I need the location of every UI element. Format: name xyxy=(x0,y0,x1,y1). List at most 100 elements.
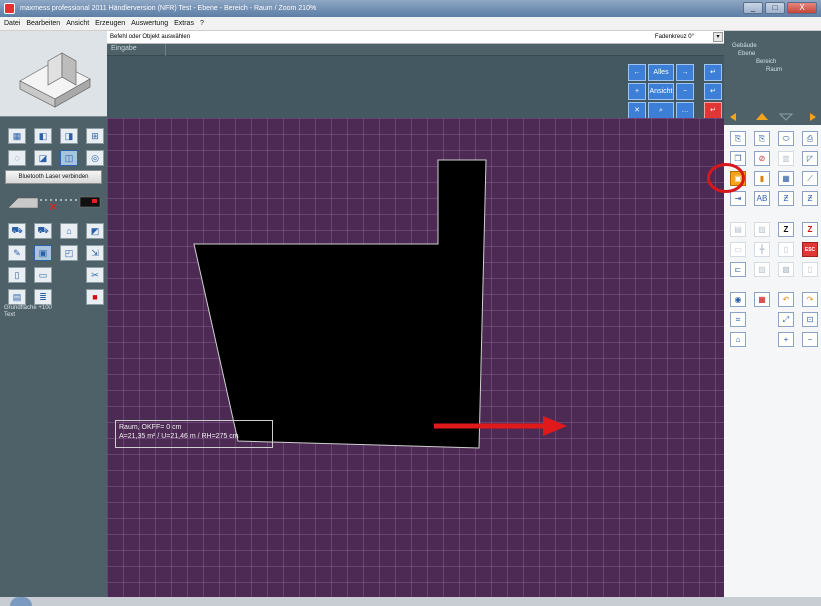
door-tool-icon[interactable]: ▯ xyxy=(8,267,26,283)
object-tool-icon[interactable]: ◪ xyxy=(34,150,52,166)
right-tool-grid-3: ◉ ▦ ↶ ↷ ⌗ ⤢ ⊡ ⌂ + − xyxy=(730,292,818,347)
drawing-canvas[interactable]: Raum, OKFF= 0 cm A=21,35 m² / U=21,46 m … xyxy=(107,118,724,606)
wall-tool-icon[interactable]: ▦ xyxy=(8,128,26,144)
level-tree[interactable]: Gebäude Ebene Bereich Raum xyxy=(724,31,821,109)
z-red-tool-icon[interactable]: Z xyxy=(802,222,818,237)
3d-view-preview[interactable] xyxy=(0,31,107,117)
note2-tool-icon[interactable]: ⎘ xyxy=(754,131,770,146)
taskbar xyxy=(0,597,821,606)
pan-left-button[interactable]: ← xyxy=(628,64,646,81)
sofa-tool-icon[interactable]: ⌂ xyxy=(60,223,78,239)
zigzag2-tool-icon[interactable]: Ƶ xyxy=(802,191,818,206)
command-bar[interactable]: Befehl oder Objekt auswählen Fadenkreuz … xyxy=(107,31,724,44)
menu-auswertung[interactable]: Auswertung xyxy=(131,20,168,27)
dim-tool-icon-1: ▤ xyxy=(730,222,746,237)
command-prompt: Befehl oder Objekt auswählen xyxy=(110,34,191,40)
print-tool-icon[interactable]: ▤ xyxy=(8,289,26,305)
menu-extras[interactable]: Extras xyxy=(174,20,194,27)
window-tool-icon[interactable]: ▭ xyxy=(34,267,52,283)
zoom-extents-icon[interactable]: ⤢ xyxy=(778,312,794,327)
menu-help[interactable]: ? xyxy=(200,20,204,27)
grid-snap-icon[interactable]: ▦ xyxy=(754,292,770,307)
command-dropdown[interactable]: ▾ xyxy=(713,32,723,42)
isometric-cube-icon xyxy=(19,52,91,108)
text-tool-icon[interactable]: AB xyxy=(754,191,770,206)
level-raum[interactable]: Raum xyxy=(766,67,782,73)
close-button[interactable]: X xyxy=(787,2,817,14)
esc-button[interactable]: ESC xyxy=(802,242,818,257)
save-tool-icon[interactable]: ■ xyxy=(86,289,104,305)
dim-tool-icon-7: ▩ xyxy=(778,262,794,277)
shape-tool-icon[interactable]: ⬭ xyxy=(778,131,794,146)
right-tool-grid-2: ▤ ▨ Z Z ▭ ╋ ▯ ESC ⊏ ▧ ▩ ▯ xyxy=(730,222,818,277)
move-tool-icon[interactable]: ⇥ xyxy=(730,191,746,206)
doc-tool-icon[interactable]: ⎙ xyxy=(802,131,818,146)
delete-object-tool-icon[interactable]: ⊘ xyxy=(754,151,770,166)
level-bereich[interactable]: Bereich xyxy=(756,59,776,65)
door-insert-tool-icon[interactable]: ▮ xyxy=(754,171,770,186)
room-label-line-2: A=21,35 m² / U=21,46 m / RH=275 cm xyxy=(119,433,239,440)
edit-tool-icon[interactable]: ✎ xyxy=(8,245,26,261)
window-title: maxmess professional 2011 Händlerversion… xyxy=(20,5,317,12)
start-orb-icon[interactable] xyxy=(10,597,32,606)
right-tool-grid-1: ⎘ ⎘ ⬭ ⎙ ❐ ⊘ ▥ ◸ ▣ ▮ ▦ ⟋ ⇥ AB Ƶ Ƶ xyxy=(730,131,818,206)
furniture2-tool-icon[interactable]: ⛟ xyxy=(34,223,52,239)
undo-icon[interactable]: ↶ xyxy=(778,292,794,307)
minus-icon[interactable]: − xyxy=(802,332,818,347)
split-tool-icon[interactable]: ⊏ xyxy=(730,262,746,277)
left-panel: ▦ ◧ ◨ ⊞ ◌ ◪ ◫ ◎ Bluetooth Laser verbinde… xyxy=(0,31,107,606)
building-tool-icon[interactable]: ⌂ xyxy=(730,332,746,347)
redo-icon[interactable]: ↷ xyxy=(802,292,818,307)
nav-right-icon xyxy=(810,113,816,121)
plus-icon[interactable]: + xyxy=(778,332,794,347)
zigzag-tool-icon[interactable]: Ƶ xyxy=(778,191,794,206)
zoom-all-button[interactable]: Alles xyxy=(648,64,674,81)
dim-tool-icon-3: ▭ xyxy=(730,242,746,257)
input-row[interactable]: Eingabe xyxy=(107,44,724,56)
layers-tool-icon[interactable]: ≣ xyxy=(34,289,52,305)
menu-ansicht[interactable]: Ansicht xyxy=(66,20,89,27)
rotate-tool-icon[interactable]: ◎ xyxy=(86,150,104,166)
furniture-tool-icon[interactable]: ⛟ xyxy=(8,223,26,239)
enter-button-1[interactable]: ↵ xyxy=(704,64,722,81)
more-button[interactable]: … xyxy=(676,102,694,119)
lasso-tool-icon[interactable]: ◌ xyxy=(8,150,26,166)
crosshair-angle: Fadenkreuz 0° xyxy=(654,34,694,40)
surface-tool-icon[interactable]: ◨ xyxy=(60,128,78,144)
minimize-button[interactable]: _ xyxy=(743,2,763,14)
stairs-tool-icon[interactable]: ◰ xyxy=(60,245,78,261)
enter-button-2[interactable]: ↵ xyxy=(704,83,722,100)
note-tool-icon[interactable]: ⎘ xyxy=(730,131,746,146)
menu-erzeugen[interactable]: Erzeugen xyxy=(95,20,125,27)
dim-tool-icon-6: ▧ xyxy=(754,262,770,277)
zoom-out-button[interactable]: − xyxy=(676,83,694,100)
level-ebene[interactable]: Ebene xyxy=(738,51,755,57)
zoom-in-button[interactable]: + xyxy=(628,83,646,100)
layout-tool-icon[interactable]: ▣ xyxy=(34,245,52,261)
menu-datei[interactable]: Datei xyxy=(4,20,20,27)
z-black-tool-icon[interactable]: Z xyxy=(778,222,794,237)
view-button[interactable]: Ansicht xyxy=(648,83,674,100)
grid-tool-icon[interactable]: ⊞ xyxy=(86,128,104,144)
cancel-button[interactable]: ✕ xyxy=(628,102,646,119)
export-tool-icon[interactable]: ⇲ xyxy=(86,245,104,261)
measure-tool-icon[interactable]: ✂ xyxy=(86,267,104,283)
box-tool-icon[interactable]: ◧ xyxy=(34,128,52,144)
table-tool-icon[interactable]: ▦ xyxy=(778,171,794,186)
maximize-button[interactable]: □ xyxy=(765,2,785,14)
zoom-region-icon[interactable]: ⊡ xyxy=(802,312,818,327)
room-tool-icon[interactable]: ◫ xyxy=(60,150,78,166)
pan-right-button[interactable]: → xyxy=(676,64,694,81)
bluetooth-laser-button[interactable]: Bluetooth Laser verbinden xyxy=(5,170,102,184)
view-eye-icon[interactable]: ◉ xyxy=(730,292,746,307)
page-tool-icon[interactable]: ◸ xyxy=(802,151,818,166)
view-keypad: ← Alles → ↵ + Ansicht − ↵ ✕ ⌕ … ↵ xyxy=(628,64,722,119)
menu-bearbeiten[interactable]: Bearbeiten xyxy=(26,20,60,27)
status-line-2: Text xyxy=(4,312,16,318)
zoom-window-button[interactable]: ⌕ xyxy=(648,102,674,119)
dropdown-tool-icon[interactable]: ◩ xyxy=(86,223,104,239)
confirm-red-button[interactable]: ↵ xyxy=(704,102,722,119)
line-tool-icon[interactable]: ⟋ xyxy=(802,171,818,186)
level-building[interactable]: Gebäude xyxy=(732,43,757,49)
chart-tool-icon[interactable]: ⌗ xyxy=(730,312,746,327)
